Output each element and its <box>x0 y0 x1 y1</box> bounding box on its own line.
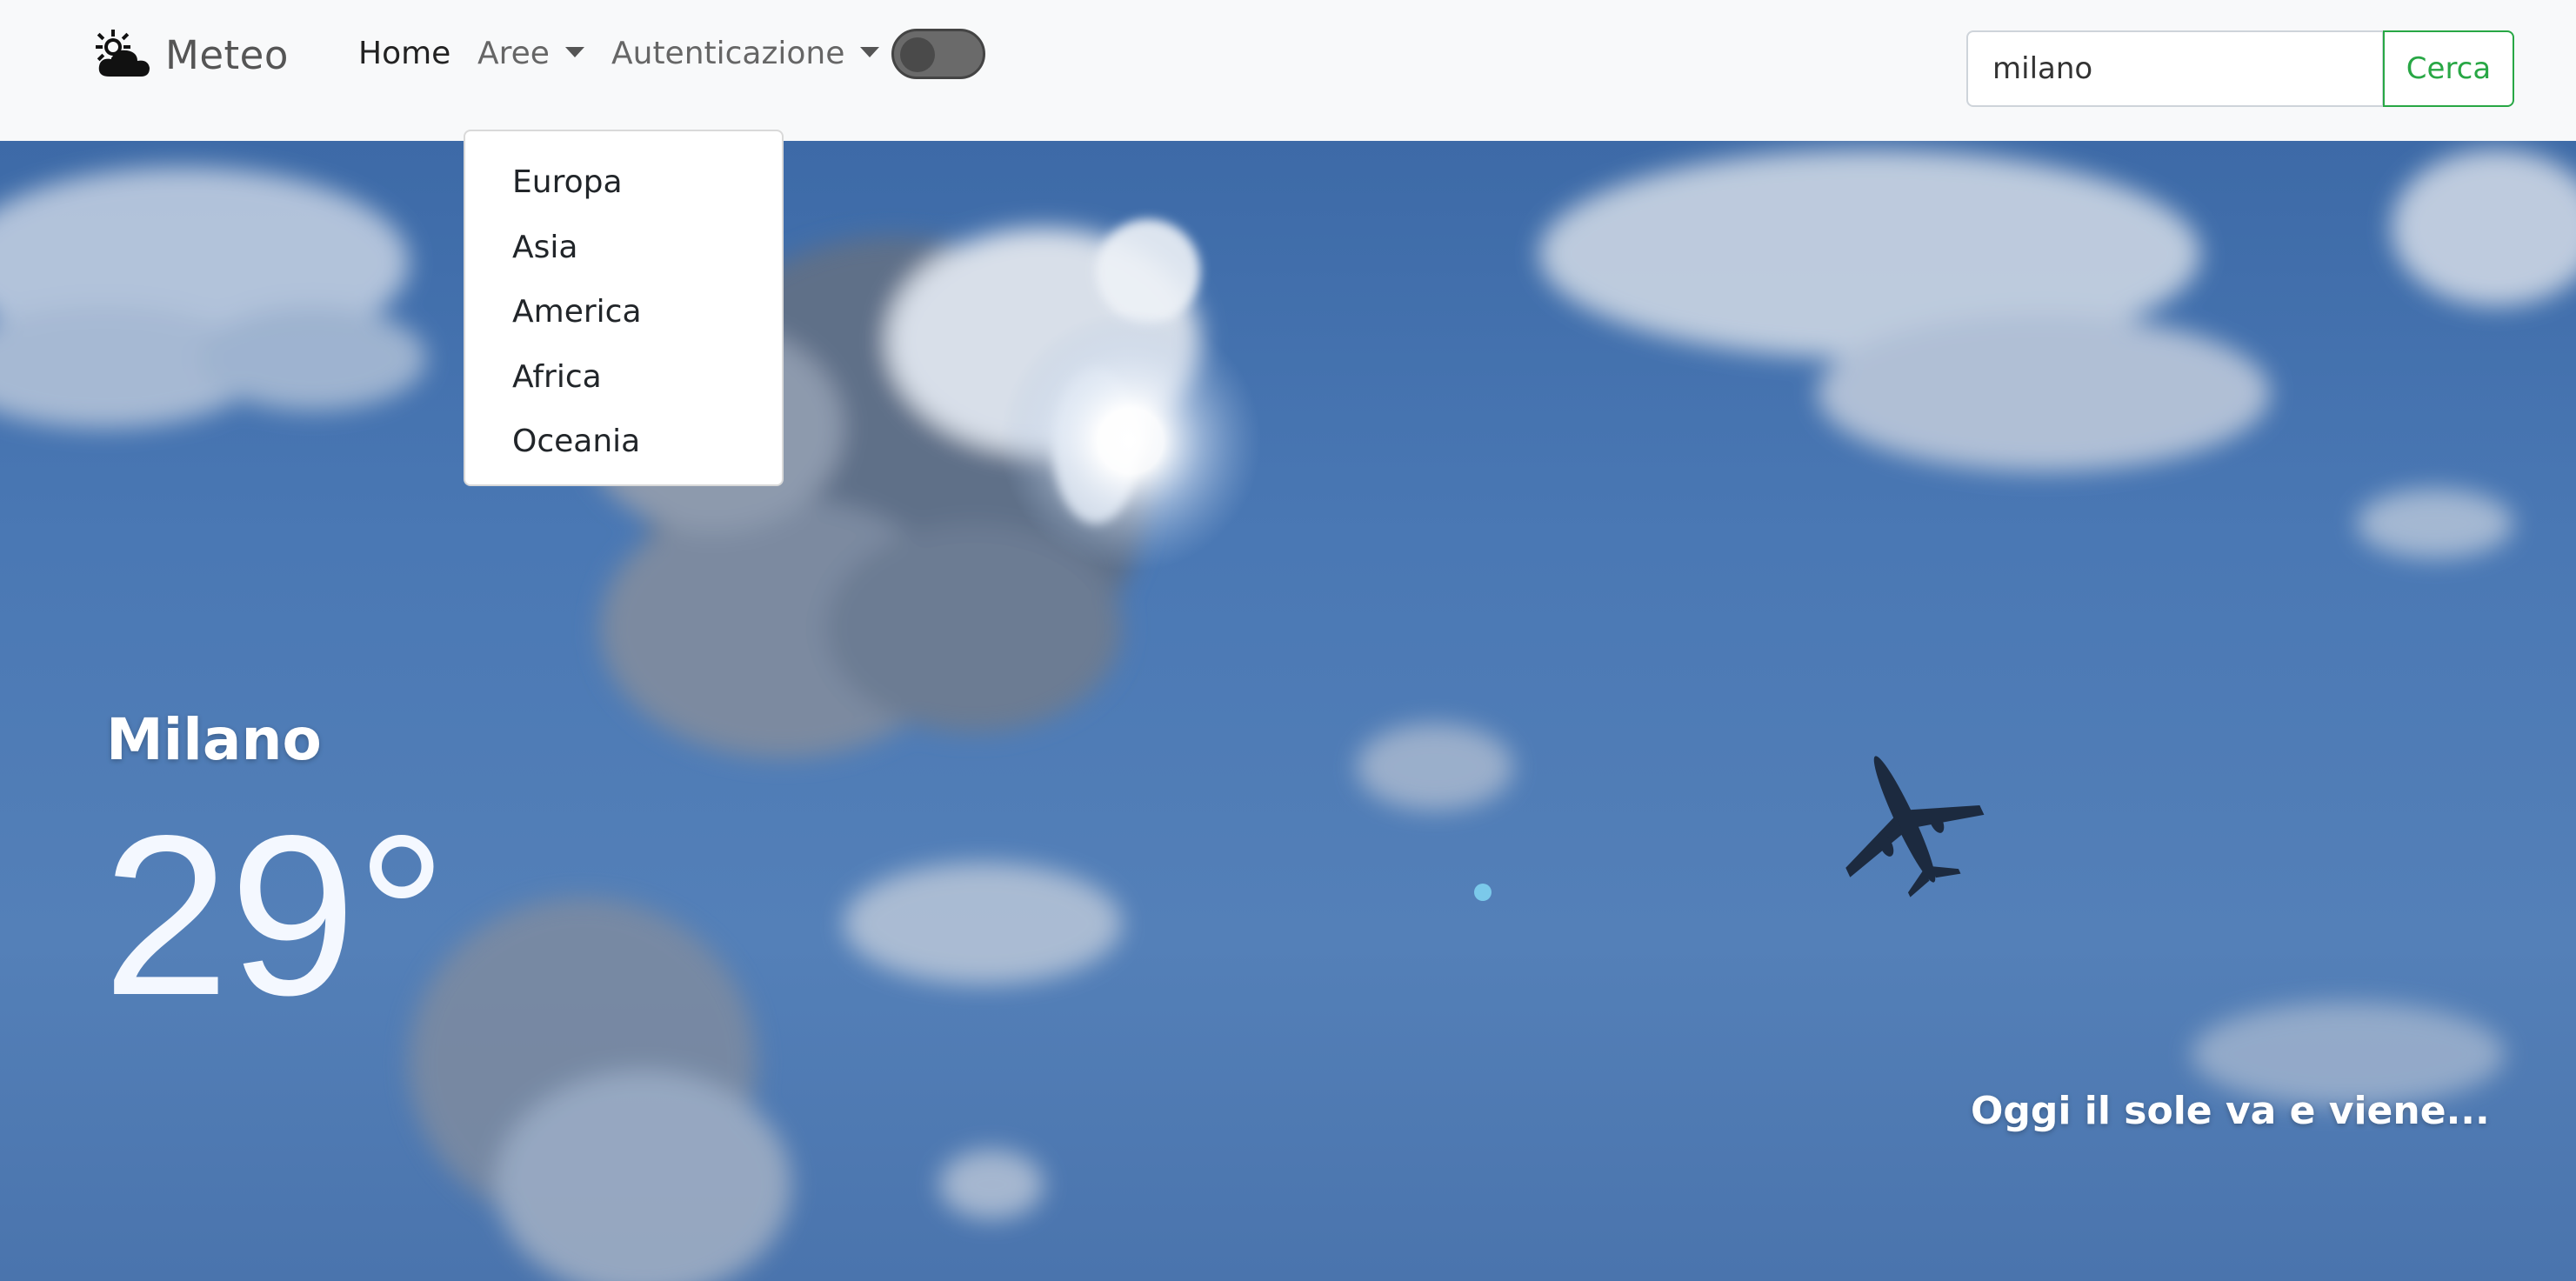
lens-flare <box>1474 884 1492 901</box>
search-button[interactable]: Cerca <box>2383 30 2514 107</box>
nav-areas-dropdown[interactable]: Aree <box>477 28 584 80</box>
sun-cloud-icon <box>96 30 150 77</box>
dropdown-item-europa[interactable]: Europa <box>465 150 782 216</box>
caret-down-icon <box>860 47 880 57</box>
weather-hero: Milano 29° Oggi il sole va e viene... <box>0 141 2576 1281</box>
brand-name: Meteo <box>165 31 289 78</box>
brand[interactable]: Meteo <box>90 24 289 85</box>
city-name: Milano <box>106 706 322 773</box>
weather-message: Oggi il sole va e viene... <box>1971 1089 2490 1133</box>
navbar: Meteo Home Aree Autenticazione Cerca <box>0 0 2576 141</box>
dropdown-item-oceania[interactable]: Oceania <box>465 410 782 475</box>
toggle-knob <box>900 37 935 72</box>
airplane-silhouette <box>1845 756 1985 897</box>
caret-down-icon <box>564 47 584 57</box>
search-input[interactable] <box>1966 30 2384 107</box>
nav-home[interactable]: Home <box>358 28 450 80</box>
nav-areas-label: Aree <box>477 36 550 71</box>
areas-dropdown-menu: Europa Asia America Africa Oceania <box>464 130 784 486</box>
dropdown-item-america[interactable]: America <box>465 280 782 345</box>
temperature: 29° <box>103 788 448 1043</box>
nav-auth-dropdown[interactable]: Autenticazione <box>611 28 880 80</box>
nav-auth-label: Autenticazione <box>611 36 845 71</box>
theme-toggle[interactable] <box>891 29 985 79</box>
dropdown-item-africa[interactable]: Africa <box>465 345 782 410</box>
dropdown-item-asia[interactable]: Asia <box>465 216 782 281</box>
